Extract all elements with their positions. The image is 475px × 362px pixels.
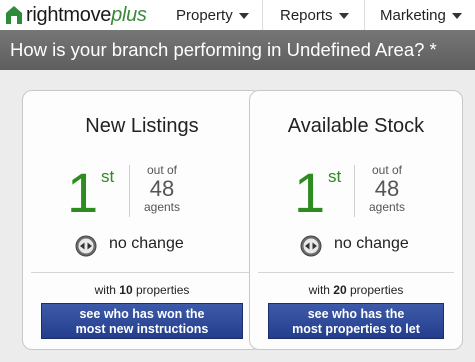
rank-block: 1 st out of 48 agents — [250, 163, 462, 223]
see-most-new-instructions-button[interactable]: see who has won the most new instruction… — [41, 303, 243, 339]
house-logo-icon — [6, 6, 22, 24]
with-suffix: properties — [350, 283, 404, 297]
rightmove-plus-logo[interactable]: rightmoveplus — [0, 0, 168, 30]
rank-block: 1 st out of 48 agents — [23, 163, 261, 223]
change-text: no change — [334, 235, 409, 252]
rank-out-of: out of 48 agents — [358, 163, 416, 214]
with-count: 10 — [119, 283, 133, 297]
rank-number: 1 — [67, 161, 99, 224]
with-properties-text: with 10 properties — [23, 283, 261, 297]
with-suffix: properties — [136, 283, 190, 297]
rank-number: 1 — [294, 161, 326, 224]
new-listings-card: New Listings 1 st out of 48 agents no ch… — [22, 90, 262, 350]
change-indicator: no change — [23, 233, 261, 257]
no-change-icon — [75, 235, 97, 257]
change-indicator: no change — [250, 233, 462, 257]
card-title: Available Stock — [287, 115, 425, 137]
nav-reports-label: Reports — [280, 6, 333, 24]
cta-line1: see who has won the — [79, 307, 205, 321]
top-navigation: rightmoveplus Property Reports Marketing — [0, 0, 475, 30]
available-stock-card: Available Stock 1 st out of 48 agents no… — [249, 90, 463, 350]
out-of-value: 48 — [374, 176, 400, 201]
rank-out-of: out of 48 agents — [133, 163, 191, 214]
nav-marketing-label: Marketing — [380, 6, 446, 24]
cta-line2: most properties to let — [292, 322, 420, 336]
rank-divider — [354, 165, 355, 217]
chevron-down-icon — [338, 13, 349, 19]
banner-title: How is your branch performing in Undefin… — [10, 39, 437, 60]
chevron-down-icon — [451, 13, 462, 19]
with-prefix: with — [94, 283, 116, 297]
nav-property-label: Property — [176, 6, 233, 24]
out-of-label: out of — [371, 163, 403, 177]
out-of-label: out of — [146, 163, 178, 177]
agents-label: agents — [143, 200, 181, 214]
agents-label: agents — [368, 200, 406, 214]
cta-line1: see who has the — [307, 307, 405, 321]
logo-text: rightmoveplus — [26, 3, 147, 26]
nav-marketing-menu[interactable]: Marketing — [364, 0, 475, 30]
no-change-icon — [300, 235, 322, 257]
with-properties-text: with 20 properties — [250, 283, 462, 297]
divider — [258, 272, 454, 273]
see-most-properties-to-let-button[interactable]: see who has the most properties to let — [268, 303, 444, 339]
performance-banner: How is your branch performing in Undefin… — [0, 30, 475, 70]
rank-suffix: st — [101, 167, 115, 186]
change-text: no change — [109, 235, 184, 252]
cta-line2: most new instructions — [75, 322, 209, 336]
rank-suffix: st — [328, 167, 342, 186]
with-count: 20 — [333, 283, 347, 297]
nav-reports-menu[interactable]: Reports — [262, 0, 364, 30]
nav-property-menu[interactable]: Property — [168, 0, 262, 30]
chevron-down-icon — [238, 13, 249, 19]
card-title: New Listings — [85, 115, 199, 137]
rank-divider — [129, 165, 130, 217]
with-prefix: with — [308, 283, 330, 297]
out-of-value: 48 — [149, 176, 175, 201]
divider — [31, 272, 253, 273]
